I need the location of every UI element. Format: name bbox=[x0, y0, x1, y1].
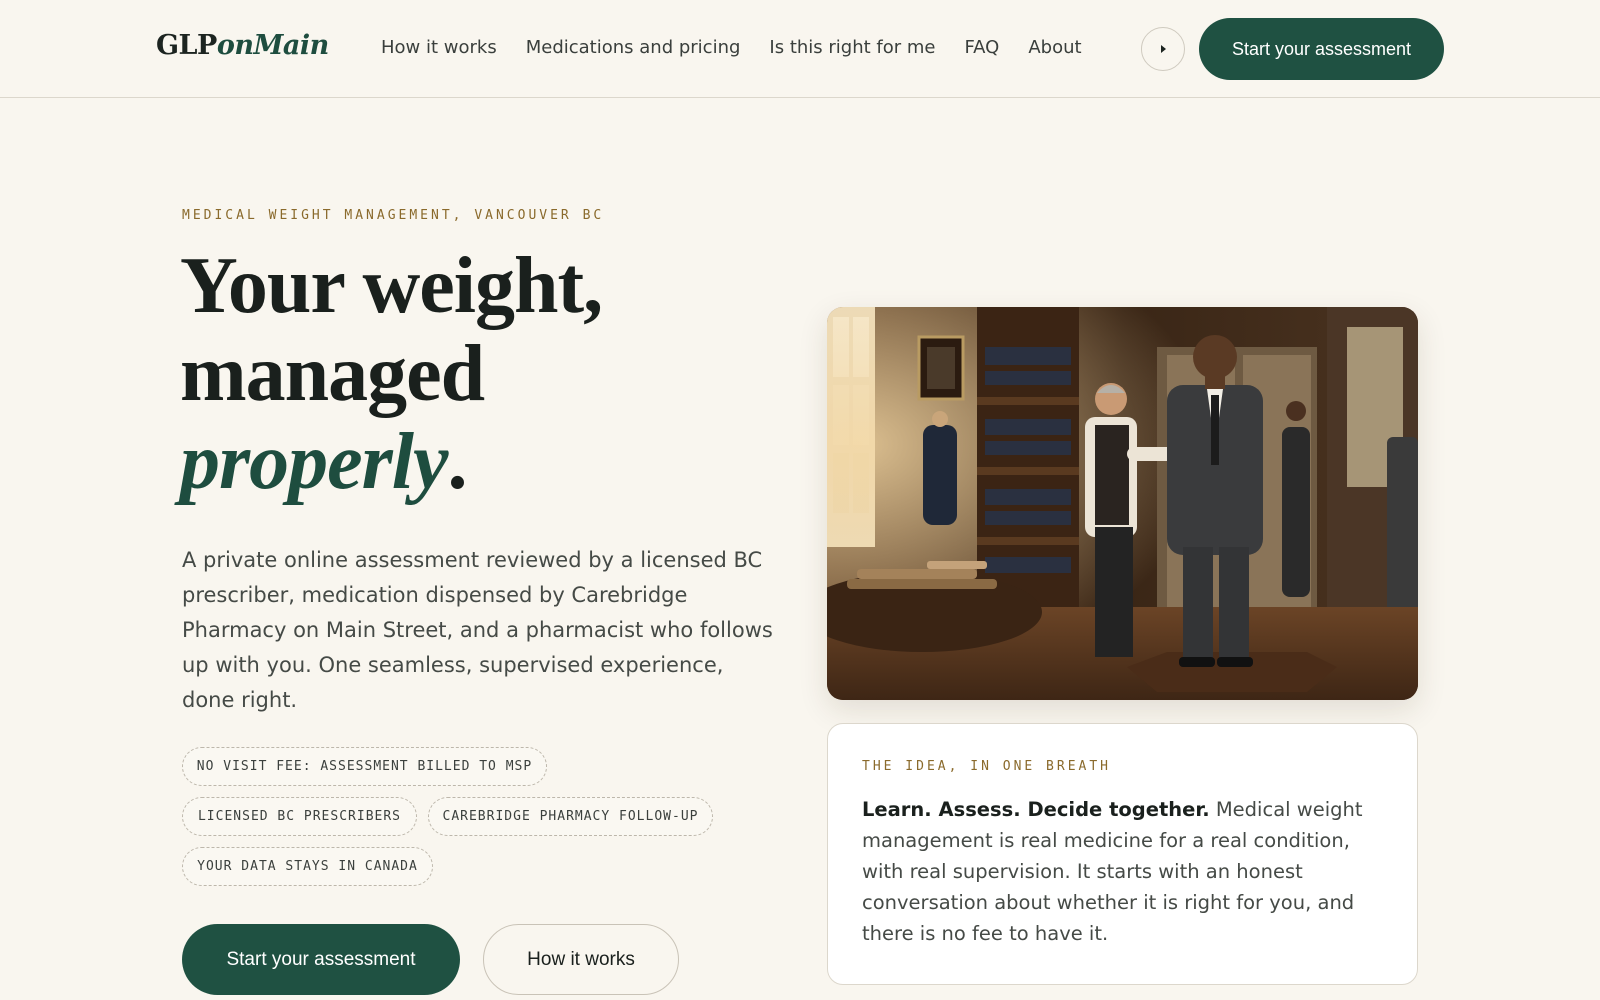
nav-faq[interactable]: FAQ bbox=[964, 37, 999, 58]
pill-licensed-prescribers: LICENSED BC PRESCRIBERS bbox=[182, 797, 417, 836]
nav-is-this-right[interactable]: Is this right for me bbox=[769, 37, 935, 58]
nav-medications-pricing[interactable]: Medications and pricing bbox=[526, 37, 741, 58]
headline-line-3: properly. bbox=[180, 418, 602, 506]
header-start-assessment-button[interactable]: Start your assessment bbox=[1199, 18, 1444, 80]
pill-no-visit-fee: NO VISIT FEE: ASSESSMENT BILLED TO MSP bbox=[182, 747, 547, 786]
idea-card: THE IDEA, IN ONE BREATH Learn. Assess. D… bbox=[827, 723, 1418, 985]
card-eyebrow: THE IDEA, IN ONE BREATH bbox=[862, 759, 1112, 774]
headline-line-2: managed bbox=[180, 330, 485, 418]
logo-accent: onMain bbox=[216, 30, 329, 61]
main-nav: How it works Medications and pricing Is … bbox=[381, 37, 1082, 58]
start-assessment-button[interactable]: Start your assessment bbox=[182, 924, 460, 995]
headline-line-1: Your weight, bbox=[180, 242, 603, 330]
play-icon bbox=[1160, 45, 1166, 53]
card-body: Learn. Assess. Decide together. Medical … bbox=[862, 794, 1392, 949]
hero-headline: Your weight, managed properly. bbox=[180, 242, 603, 506]
pill-data-in-canada: YOUR DATA STAYS IN CANADA bbox=[182, 847, 433, 886]
headline-emphasis: properly bbox=[180, 418, 449, 506]
logo-main: GLP bbox=[156, 30, 217, 61]
theme-toggle-button[interactable] bbox=[1141, 27, 1185, 71]
how-it-works-button[interactable]: How it works bbox=[483, 924, 679, 995]
headline-period: . bbox=[447, 418, 468, 506]
nav-about[interactable]: About bbox=[1028, 37, 1081, 58]
hero-lead: A private online assessment reviewed by … bbox=[182, 548, 773, 712]
hero-eyebrow: MEDICAL WEIGHT MANAGEMENT, VANCOUVER BC bbox=[182, 208, 605, 223]
nav-how-it-works[interactable]: How it works bbox=[381, 37, 497, 58]
site-header: GLPonMain How it works Medications and p… bbox=[0, 0, 1600, 98]
hero-photo-tailor-fitting bbox=[827, 307, 1418, 700]
card-strong: Learn. Assess. Decide together. bbox=[862, 798, 1210, 821]
pill-pharmacy-follow-up: CAREBRIDGE PHARMACY FOLLOW-UP bbox=[428, 797, 713, 836]
logo[interactable]: GLPonMain bbox=[156, 30, 329, 61]
